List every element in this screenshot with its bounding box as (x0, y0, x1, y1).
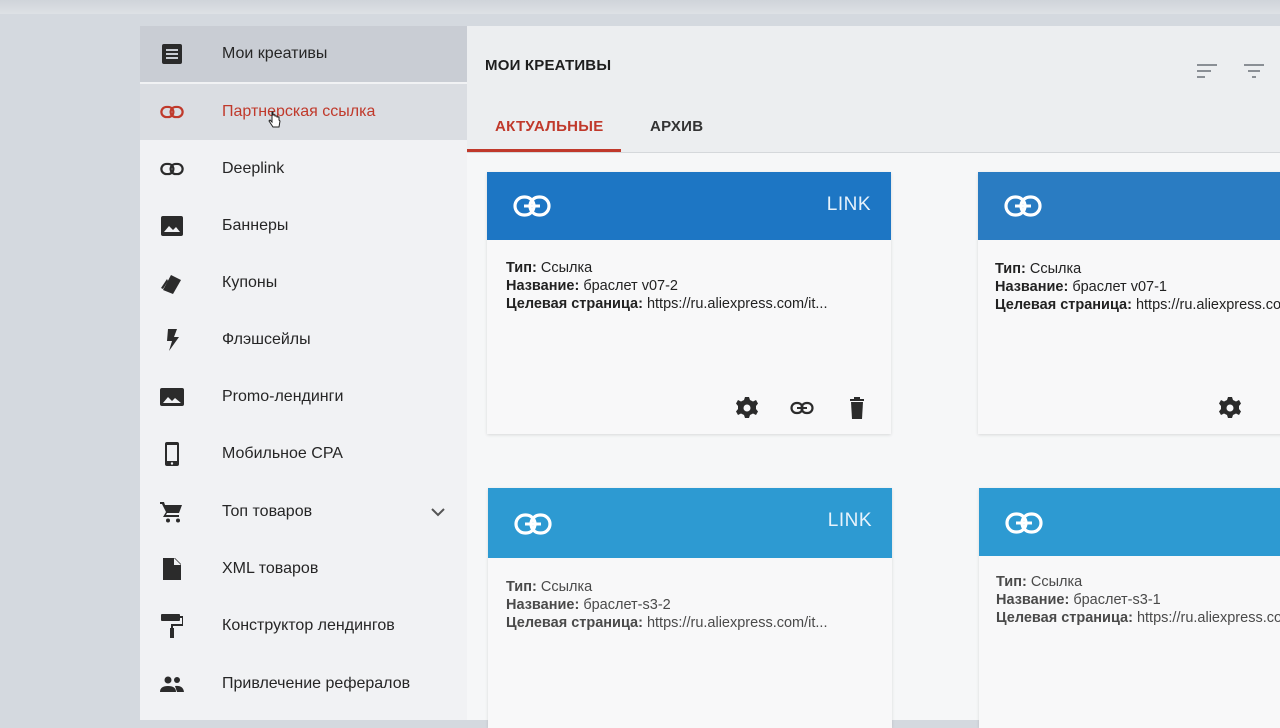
card-details: Тип: Ссылка Название: браслет v07-1 Целе… (995, 260, 1280, 314)
sidebar-item-coupons[interactable]: Купоны (140, 255, 467, 311)
target-page-value: https://ru.aliexpress.com/it... (646, 615, 828, 631)
main-content: МОИ КРЕАТИВЫ АКТУАЛЬНЫЕ АРХИВ LINK Тип: … (467, 26, 1280, 728)
type-label: Тип: (506, 260, 537, 276)
sidebar-item-label: Конструктор лендингов (222, 617, 395, 634)
sidebar-item-label: Баннеры (222, 217, 289, 234)
tab-actual[interactable]: АКТУАЛЬНЫЕ (495, 118, 604, 135)
name-label: Название: (996, 592, 1070, 608)
link-icon (160, 100, 184, 124)
type-label: Тип: (996, 574, 1027, 590)
name-value: браслет v07-1 (1072, 279, 1167, 295)
type-value: Ссылка (1030, 574, 1083, 590)
link-icon (1005, 512, 1043, 534)
copy-link-icon[interactable] (790, 396, 814, 420)
sidebar-item-flashsales[interactable]: Флэшсейлы (140, 312, 467, 368)
card-type-badge: LINK (826, 194, 871, 215)
sidebar-item-label: XML товаров (222, 560, 319, 577)
monitor-bezel (0, 0, 1280, 14)
sidebar-item-partner-link[interactable]: Партнерская ссылка (140, 84, 467, 140)
tab-archive[interactable]: АРХИВ (650, 118, 703, 135)
page-title: МОИ КРЕАТИВЫ (485, 57, 612, 74)
card-details: Тип: Ссылка Название: браслет-s3-2 Целев… (506, 578, 827, 632)
sidebar: Мои креативы Партнерская ссылка Deeplink… (140, 26, 468, 720)
target-page-value: https://ru.aliexpress.com/it... (646, 296, 828, 312)
type-value: Ссылка (540, 260, 593, 276)
target-page-value: https://ru.aliexpress.com (1136, 610, 1280, 626)
target-page-label: Целевая страница: (506, 296, 643, 312)
content-header: МОИ КРЕАТИВЫ АКТУАЛЬНЫЕ АРХИВ (467, 26, 1280, 153)
sidebar-item-banners[interactable]: Баннеры (140, 198, 467, 254)
sidebar-item-label: Мобильное CPA (222, 445, 343, 462)
card-header (978, 172, 1280, 240)
card-actions (487, 396, 891, 420)
type-label: Тип: (995, 261, 1026, 277)
settings-gear-icon[interactable] (735, 396, 759, 420)
name-value: браслет v07-2 (583, 278, 678, 294)
card-header: LINK (487, 172, 891, 240)
sidebar-item-label: Promo-лендинги (222, 388, 344, 405)
sidebar-item-label: Deeplink (222, 160, 285, 177)
sidebar-item-promo-landings[interactable]: Promo-лендинги (140, 369, 467, 425)
image-icon (160, 214, 184, 238)
creative-card[interactable]: LINK Тип: Ссылка Название: браслет-s3-2 … (488, 488, 892, 728)
sidebar-item-my-creatives[interactable]: Мои креативы (140, 26, 467, 82)
list-icon (160, 42, 184, 66)
phone-icon (160, 442, 184, 466)
coupon-icon (160, 271, 184, 295)
sort-icon[interactable] (1195, 59, 1219, 83)
flash-icon (160, 328, 184, 352)
card-actions (978, 396, 1280, 420)
name-value: браслет-s3-1 (1073, 592, 1161, 608)
cart-icon (160, 500, 184, 524)
creative-card[interactable]: Тип: Ссылка Название: браслет v07-1 Целе… (978, 172, 1280, 434)
creative-card[interactable]: Тип: Ссылка Название: браслет-s3-1 Целев… (979, 488, 1280, 728)
sidebar-item-label: Флэшсейлы (222, 331, 311, 348)
link-icon (514, 513, 552, 535)
name-label: Название: (506, 278, 580, 294)
creative-card[interactable]: LINK Тип: Ссылка Название: браслет v07-2… (487, 172, 891, 434)
sidebar-item-top-products[interactable]: Топ товаров (140, 484, 467, 540)
link-icon (160, 157, 184, 181)
people-icon (160, 672, 184, 696)
name-value: браслет-s3-2 (583, 597, 671, 613)
filter-icon[interactable] (1242, 59, 1266, 83)
link-icon (1004, 195, 1042, 217)
sidebar-item-landing-builder[interactable]: Конструктор лендингов (140, 598, 467, 654)
card-header (979, 488, 1280, 556)
target-page-value: https://ru.aliexpress.com (1135, 297, 1280, 313)
link-icon (513, 195, 551, 217)
type-value: Ссылка (540, 579, 593, 595)
name-label: Название: (995, 279, 1069, 295)
sidebar-item-label: Купоны (222, 274, 278, 291)
target-page-label: Целевая страница: (996, 610, 1133, 626)
sidebar-item-label: Топ товаров (222, 503, 313, 520)
active-tab-indicator (467, 149, 621, 152)
sidebar-item-label: Привлечение рефералов (222, 675, 411, 692)
sidebar-item-xml-products[interactable]: XML товаров (140, 541, 467, 597)
name-label: Название: (506, 597, 580, 613)
sidebar-item-label: Мои креативы (222, 45, 328, 62)
card-type-badge: LINK (827, 510, 872, 531)
card-details: Тип: Ссылка Название: браслет v07-2 Целе… (506, 259, 827, 313)
type-value: Ссылка (1029, 261, 1082, 277)
mouse-cursor-icon (268, 111, 281, 128)
delete-trash-icon[interactable] (845, 396, 869, 420)
card-header: LINK (488, 488, 892, 558)
target-page-label: Целевая страница: (995, 297, 1132, 313)
target-page-label: Целевая страница: (506, 615, 643, 631)
settings-gear-icon[interactable] (1218, 396, 1242, 420)
image-icon (160, 385, 184, 409)
chevron-down-icon[interactable] (430, 504, 446, 520)
sidebar-item-mobile-cpa[interactable]: Мобильное CPA (140, 426, 467, 482)
type-label: Тип: (506, 579, 537, 595)
file-icon (160, 557, 184, 581)
sidebar-item-label: Партнерская ссылка (222, 103, 376, 120)
sidebar-item-deeplink[interactable]: Deeplink (140, 141, 467, 197)
card-details: Тип: Ссылка Название: браслет-s3-1 Целев… (996, 573, 1280, 627)
sidebar-item-referrals[interactable]: Привлечение рефералов (140, 656, 467, 712)
paint-roller-icon (160, 614, 184, 638)
